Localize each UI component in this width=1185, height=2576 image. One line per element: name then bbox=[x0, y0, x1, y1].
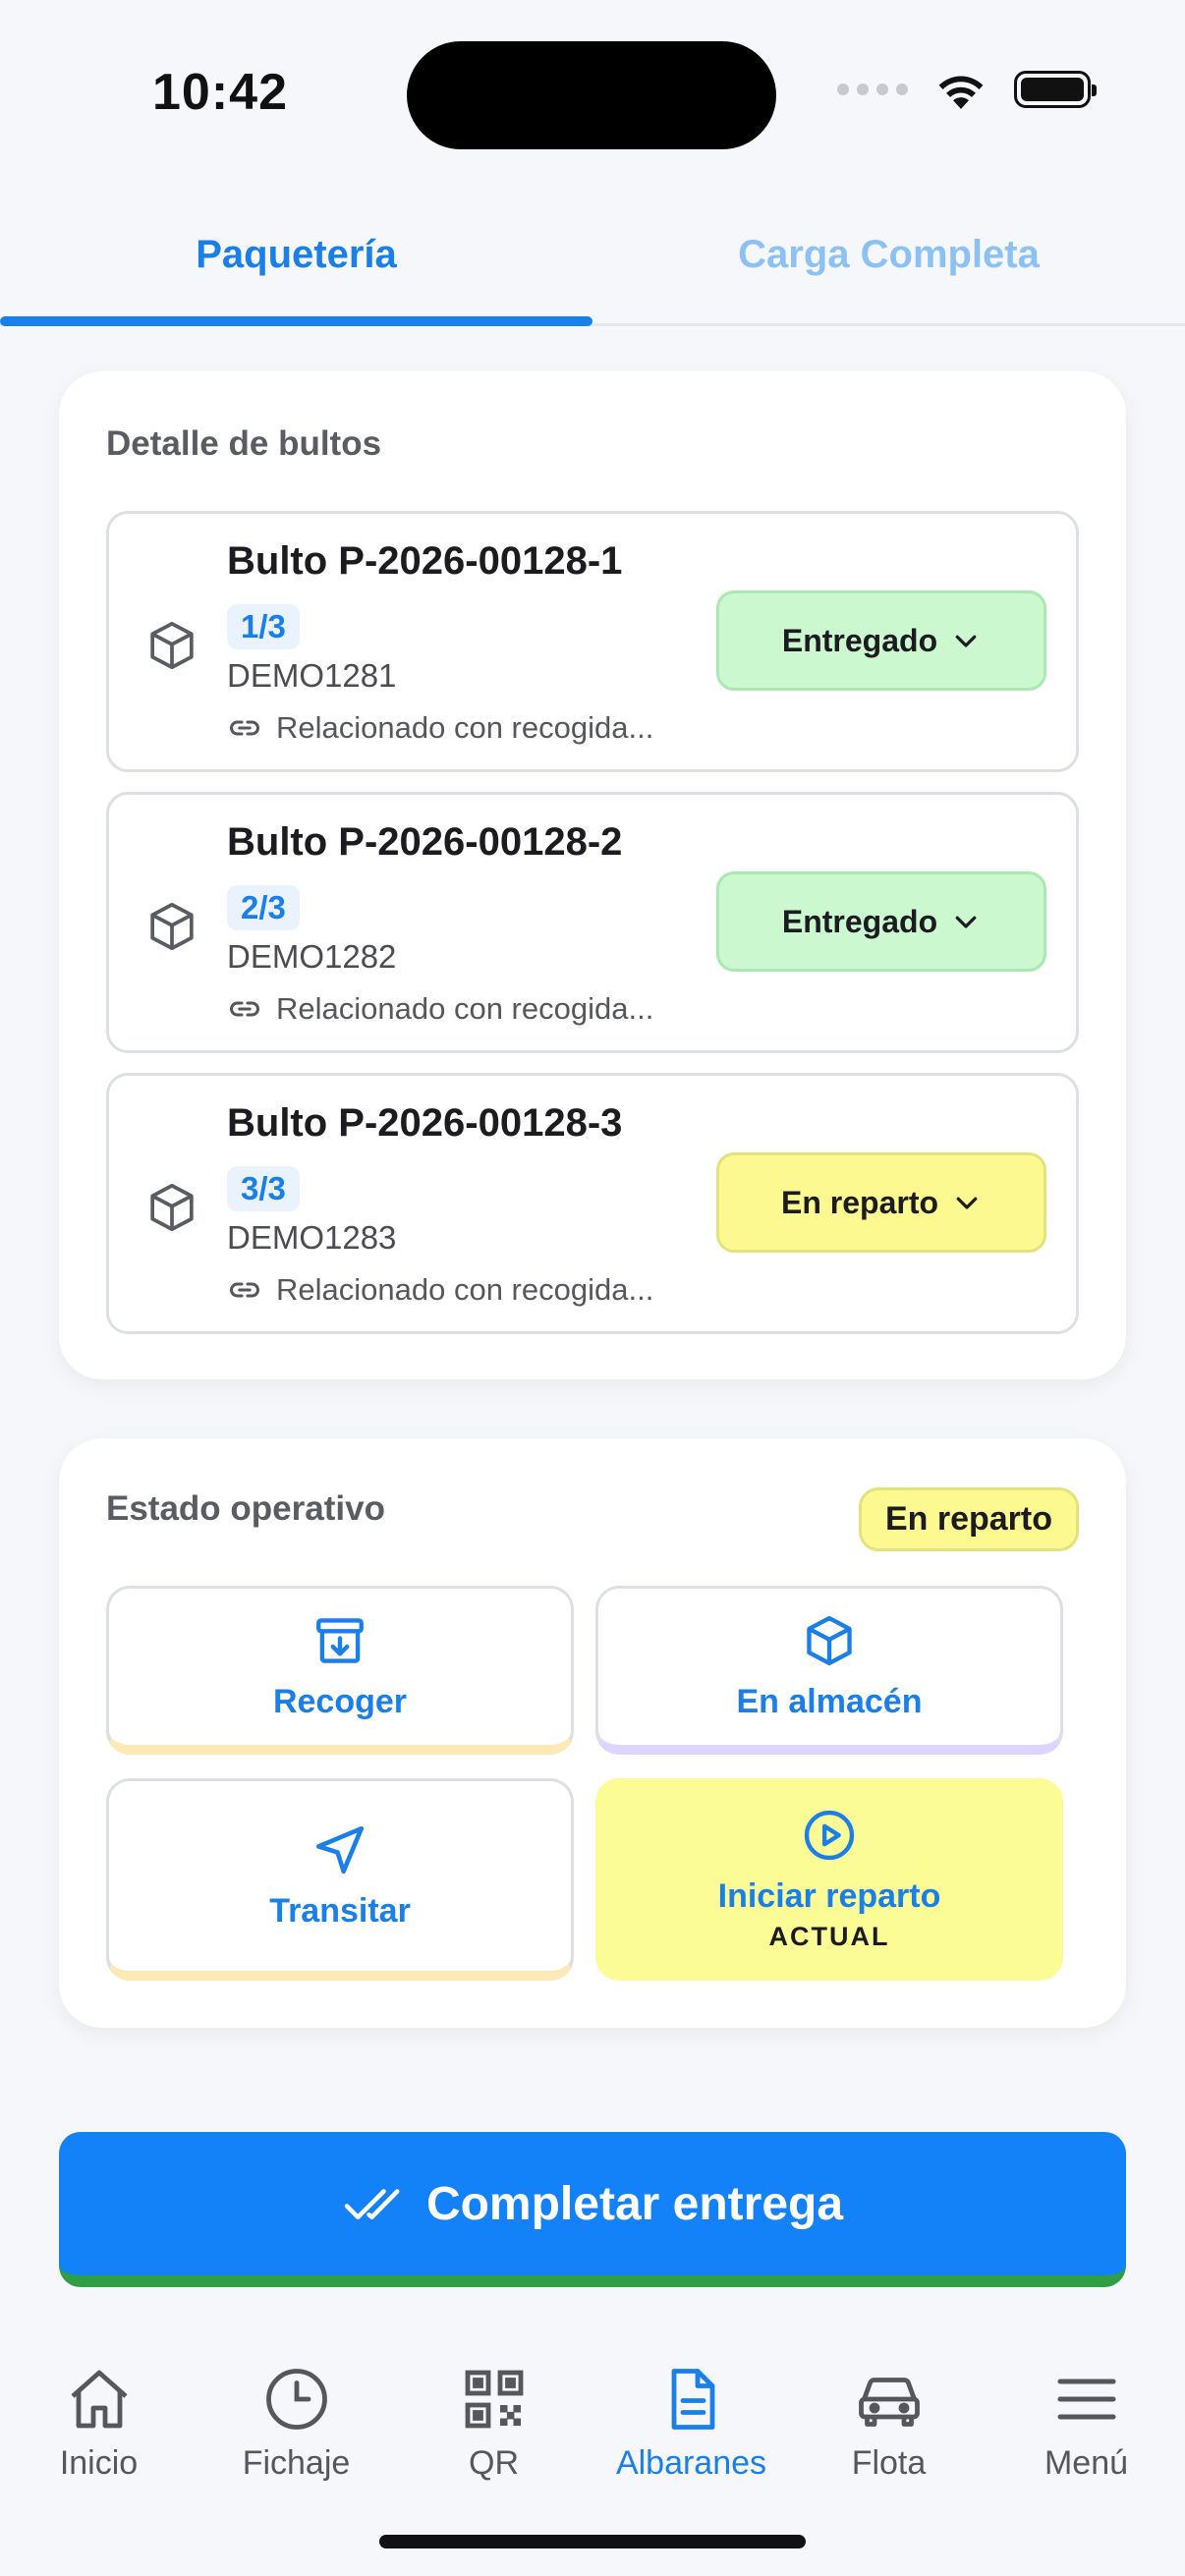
nav-label: Albaranes bbox=[615, 2444, 767, 2482]
estado-card: Estado operativo En reparto Recoger En a… bbox=[59, 1438, 1126, 2028]
bulto-item[interactable]: Bulto P-2026-00128-3 3/3 DEMO1283 Relaci… bbox=[106, 1073, 1079, 1334]
bulto-state-dropdown[interactable]: Entregado bbox=[716, 871, 1046, 972]
bulto-state-dropdown[interactable]: En reparto bbox=[716, 1152, 1046, 1253]
completar-entrega-button[interactable]: Completar entrega bbox=[59, 2132, 1126, 2287]
bulto-code: DEMO1281 bbox=[227, 657, 397, 694]
bulto-count-badge: 1/3 bbox=[227, 604, 300, 649]
bulto-item[interactable]: Bulto P-2026-00128-2 2/3 DEMO1282 Relaci… bbox=[106, 792, 1079, 1053]
status-time: 10:42 bbox=[152, 64, 288, 121]
package-icon bbox=[807, 1615, 852, 1666]
segmented-tabs: Paquetería Carga Completa bbox=[0, 187, 1185, 326]
wifi-icon bbox=[938, 76, 984, 109]
document-icon bbox=[671, 2369, 714, 2430]
battery-icon bbox=[1014, 71, 1097, 108]
bulto-related[interactable]: Relacionado con recogida... bbox=[227, 1272, 653, 1308]
transitar-button[interactable]: Transitar bbox=[106, 1778, 574, 1981]
signal-icon bbox=[837, 84, 908, 95]
chevron-down-icon bbox=[955, 916, 977, 928]
nav-label: Menú bbox=[1044, 2444, 1129, 2482]
bulto-state-label: En reparto bbox=[780, 1184, 939, 1220]
package-icon bbox=[150, 621, 194, 670]
bulto-related-text: Relacionado con recogida... bbox=[276, 991, 654, 1026]
bulto-state-dropdown[interactable]: Entregado bbox=[716, 590, 1046, 691]
bulto-name: Bulto P-2026-00128-2 bbox=[227, 820, 623, 864]
bulto-state-label: Entregado bbox=[781, 622, 938, 658]
navigation-arrow-icon bbox=[315, 1825, 365, 1875]
bulto-item[interactable]: Bulto P-2026-00128-1 1/3 DEMO1281 Relaci… bbox=[106, 511, 1079, 772]
screen: 10:42 Paquetería Carga Completa Detalle … bbox=[0, 0, 1185, 2576]
en-almacen-label: En almacén bbox=[736, 1683, 923, 1720]
chevron-down-icon bbox=[955, 635, 977, 647]
bulto-list: Bulto P-2026-00128-1 1/3 DEMO1281 Relaci… bbox=[106, 511, 1079, 1334]
bulto-related[interactable]: Relacionado con recogida... bbox=[227, 991, 653, 1027]
nav-label: Flota bbox=[851, 2444, 927, 2482]
bultos-card: Detalle de bultos Bulto P-2026-00128-1 1… bbox=[59, 371, 1126, 1379]
recoger-button[interactable]: Recoger bbox=[106, 1586, 574, 1755]
bulto-code: DEMO1283 bbox=[227, 1219, 397, 1256]
nav-label: Fichaje bbox=[242, 2444, 351, 2482]
nav-menu[interactable]: Menú bbox=[988, 2338, 1185, 2576]
bulto-related-text: Relacionado con recogida... bbox=[276, 710, 654, 745]
nav-label: QR bbox=[469, 2444, 519, 2482]
package-icon bbox=[150, 902, 194, 951]
bulto-name: Bulto P-2026-00128-1 bbox=[227, 539, 623, 583]
bulto-code: DEMO1282 bbox=[227, 938, 397, 975]
status-badge: En reparto bbox=[858, 1487, 1079, 1551]
bulto-related-text: Relacionado con recogida... bbox=[276, 1272, 654, 1307]
nav-flota[interactable]: Flota bbox=[790, 2338, 988, 2576]
chevron-down-icon bbox=[956, 1197, 978, 1209]
qr-code-icon bbox=[465, 2370, 523, 2429]
home-icon bbox=[70, 2370, 128, 2429]
tab-carga-completa[interactable]: Carga Completa bbox=[592, 187, 1185, 323]
bulto-state-label: Entregado bbox=[781, 903, 938, 939]
iniciar-reparto-label: Iniciar reparto bbox=[717, 1877, 941, 1915]
iniciar-reparto-button[interactable]: Iniciar reparto ACTUAL bbox=[595, 1778, 1063, 1981]
play-circle-icon bbox=[804, 1810, 855, 1861]
link-icon bbox=[230, 720, 259, 736]
home-indicator[interactable] bbox=[379, 2535, 806, 2548]
status-bar: 10:42 bbox=[0, 0, 1185, 187]
nav-inicio[interactable]: Inicio bbox=[0, 2338, 198, 2576]
transitar-label: Transitar bbox=[269, 1892, 411, 1930]
menu-icon bbox=[1056, 2379, 1116, 2420]
clock-icon bbox=[265, 2369, 327, 2430]
bulto-count-badge: 3/3 bbox=[227, 1166, 300, 1211]
status-icons bbox=[837, 69, 1097, 110]
nav-label: Inicio bbox=[59, 2444, 139, 2482]
package-icon bbox=[150, 1183, 194, 1232]
double-check-icon bbox=[344, 2189, 400, 2219]
bulto-name: Bulto P-2026-00128-3 bbox=[227, 1101, 623, 1145]
link-icon bbox=[230, 1001, 259, 1017]
tab-paqueteria[interactable]: Paquetería bbox=[0, 187, 592, 326]
bulto-count-badge: 2/3 bbox=[227, 885, 300, 930]
dynamic-island bbox=[407, 41, 776, 149]
bulto-related[interactable]: Relacionado con recogida... bbox=[227, 710, 653, 746]
car-icon bbox=[858, 2378, 920, 2427]
archive-download-icon bbox=[316, 1618, 364, 1663]
link-icon bbox=[230, 1282, 259, 1298]
recoger-label: Recoger bbox=[272, 1683, 408, 1720]
nav-fichaje[interactable]: Fichaje bbox=[198, 2338, 395, 2576]
en-almacen-button[interactable]: En almacén bbox=[595, 1586, 1063, 1755]
current-state-label: ACTUAL bbox=[768, 1922, 890, 1951]
bultos-title: Detalle de bultos bbox=[106, 424, 382, 463]
completar-entrega-label: Completar entrega bbox=[425, 2177, 844, 2230]
